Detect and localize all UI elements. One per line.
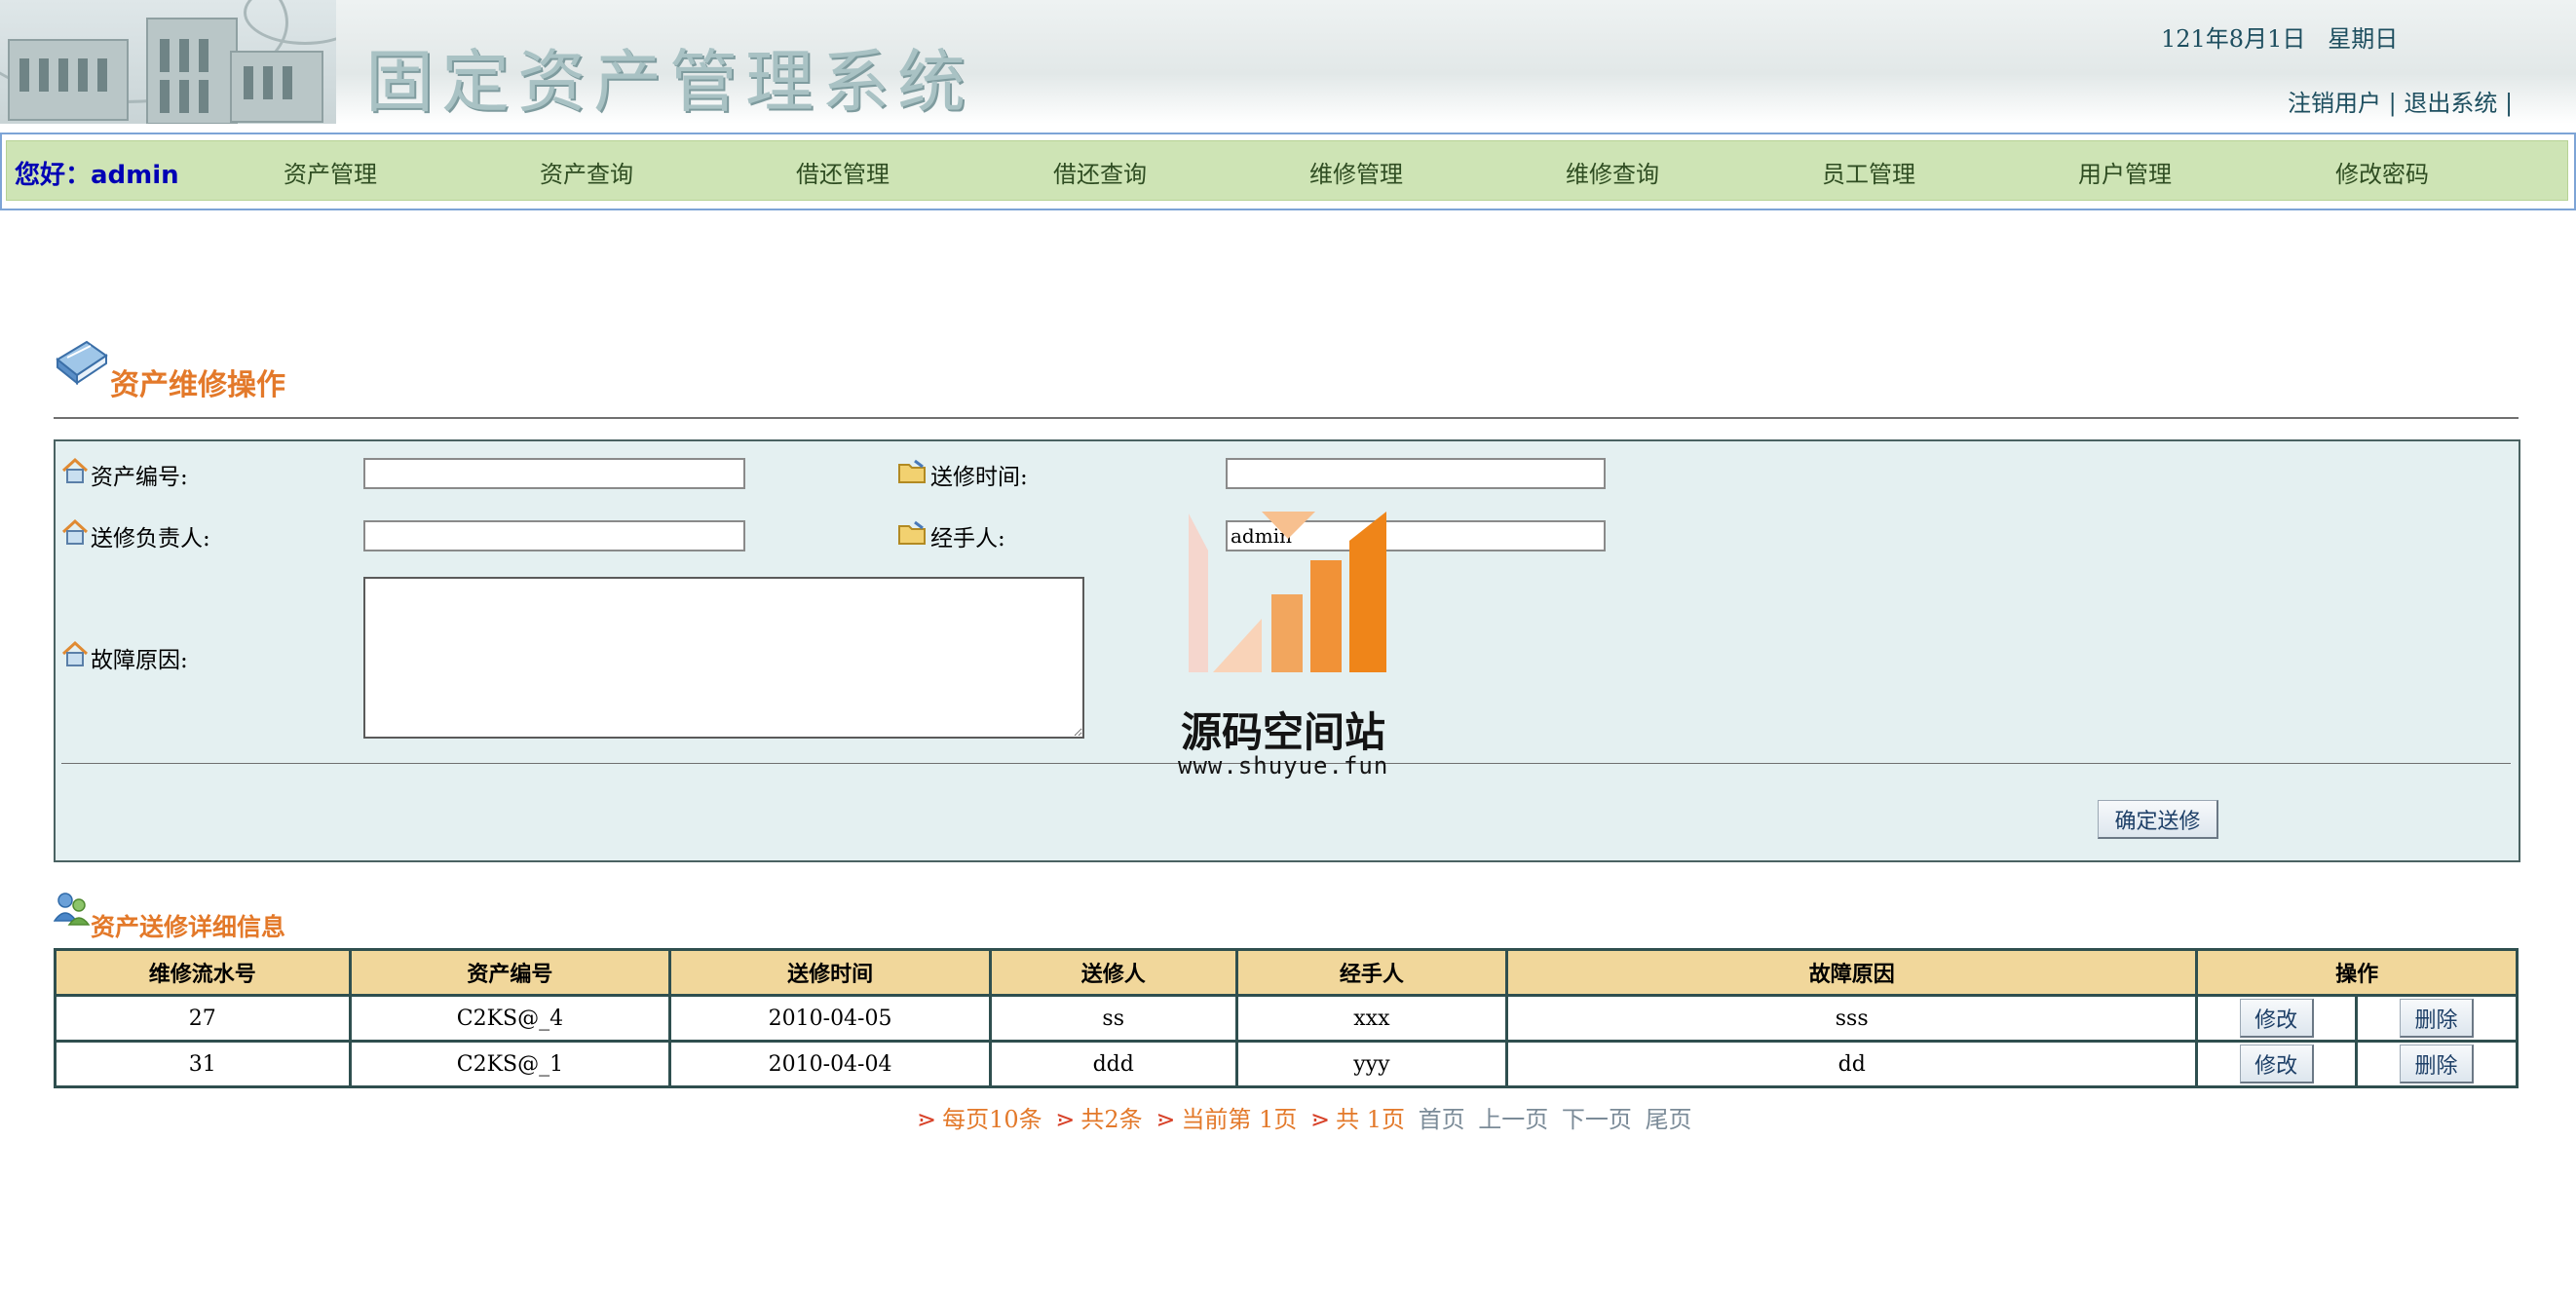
prev-page-link[interactable]: 上一页 <box>1478 1106 1548 1133</box>
house-icon <box>61 457 89 492</box>
last-page-link[interactable]: 尾页 <box>1646 1106 1692 1133</box>
table-row: 31 C2KS@_1 2010-04-04 ddd yyy dd 修改 删除 <box>54 1040 2519 1088</box>
watermark-url: www.shuyue.fun <box>1178 752 1389 779</box>
arrow-icon: ⋗ <box>917 1106 937 1133</box>
col-asset-no: 资产编号 <box>348 948 672 997</box>
repair-detail-title: 资产送修详细信息 <box>91 913 286 941</box>
table-row: 27 C2KS@_4 2010-04-05 ss xxx sss 修改 删除 <box>54 994 2519 1043</box>
cell-fault-reason: sss <box>1505 994 2199 1043</box>
cell-delete: 删除 <box>2355 994 2519 1043</box>
divider <box>54 417 2519 419</box>
send-time-label: 送修时间: <box>897 457 1028 492</box>
next-page-link[interactable]: 下一页 <box>1562 1106 1632 1133</box>
responsible-label: 送修负责人: <box>61 518 210 553</box>
cell-asset-no: C2KS@_1 <box>348 1040 672 1088</box>
exit-system-link[interactable]: 退出系统 <box>2404 90 2497 117</box>
asset-no-label: 资产编号: <box>61 457 188 492</box>
asset-no-input[interactable] <box>363 458 745 489</box>
delete-button[interactable]: 删除 <box>2400 999 2475 1038</box>
link-separator: | <box>2381 90 2405 117</box>
table-header-row: 维修流水号 资产编号 送修时间 送修人 经手人 故障原因 操作 <box>54 948 2519 997</box>
edit-button[interactable]: 修改 <box>2239 1045 2314 1083</box>
total-pages-text: 共 1页 <box>1336 1106 1405 1133</box>
fault-label-text: 故障原因: <box>91 648 188 673</box>
send-time-input[interactable] <box>1226 458 1606 489</box>
cell-send-time: 2010-04-05 <box>668 994 992 1043</box>
send-time-label-text: 送修时间: <box>930 465 1028 490</box>
nav-employee-management[interactable]: 员工管理 <box>1822 155 1915 189</box>
col-send-time: 送修时间 <box>668 948 992 997</box>
nav-repair-management[interactable]: 维修管理 <box>1309 155 1403 189</box>
first-page-link[interactable]: 首页 <box>1419 1106 1465 1133</box>
users-icon <box>53 892 91 927</box>
confirm-repair-button[interactable]: 确定送修 <box>2098 800 2218 839</box>
system-title: 固定资产管理系统 <box>365 42 973 122</box>
arrow-icon: ⋗ <box>1055 1106 1076 1133</box>
cell-fault-reason: dd <box>1505 1040 2199 1088</box>
pagination: ⋗ 每页10条 ⋗ 共2条 ⋗ 当前第 1页 ⋗ 共 1页 首页 上一页 下一页 尾页 <box>911 1100 1692 1134</box>
handler-label: 经手人: <box>897 518 1005 553</box>
current-page-text: 当前第 1页 <box>1181 1106 1298 1133</box>
repair-operation-title: 资产维修操作 <box>110 368 285 402</box>
cell-asset-no: C2KS@_4 <box>348 994 672 1043</box>
header: 固定资产管理系统 121年8月1日 星期日 注销用户 | 退出系统 | <box>0 0 2576 124</box>
house-icon <box>61 518 89 553</box>
arrow-icon: ⋗ <box>1155 1106 1176 1133</box>
book-icon <box>54 336 108 389</box>
cell-delete: 删除 <box>2355 1040 2519 1088</box>
col-fault-reason: 故障原因 <box>1505 948 2199 997</box>
watermark-name: 源码空间站 <box>1181 708 1386 756</box>
cell-handler: xxx <box>1234 994 1509 1043</box>
cell-sender: ddd <box>988 1040 1238 1088</box>
main-nav: 您好：admin 资产管理 资产查询 借还管理 借还查询 维修管理 维修查询 员… <box>0 133 2576 210</box>
cell-send-time: 2010-04-04 <box>668 1040 992 1088</box>
folder-icon <box>897 457 928 492</box>
repair-table: 维修流水号 资产编号 送修时间 送修人 经手人 故障原因 操作 27 C2KS@… <box>54 948 2519 1088</box>
delete-button[interactable]: 删除 <box>2400 1045 2475 1083</box>
edit-button[interactable]: 修改 <box>2239 999 2314 1038</box>
col-repair-no: 维修流水号 <box>54 948 352 997</box>
nav-user-management[interactable]: 用户管理 <box>2078 155 2172 189</box>
nav-asset-query[interactable]: 资产查询 <box>540 155 633 189</box>
arrow-icon: ⋗ <box>1309 1106 1331 1133</box>
handler-label-text: 经手人: <box>930 526 1005 551</box>
folder-icon <box>897 518 928 553</box>
logout-user-link[interactable]: 注销用户 <box>2288 90 2381 117</box>
cell-edit: 修改 <box>2195 994 2359 1043</box>
nav-bar: 您好：admin 资产管理 资产查询 借还管理 借还查询 维修管理 维修查询 员… <box>6 140 2568 201</box>
header-links: 注销用户 | 退出系统 | <box>2288 84 2513 118</box>
cell-handler: yyy <box>1234 1040 1509 1088</box>
responsible-label-text: 送修负责人: <box>91 526 210 551</box>
asset-no-label-text: 资产编号: <box>91 465 188 490</box>
cell-sender: ss <box>988 994 1238 1043</box>
nav-borrow-query[interactable]: 借还查询 <box>1053 155 1147 189</box>
nav-repair-query[interactable]: 维修查询 <box>1566 155 1659 189</box>
nav-asset-management[interactable]: 资产管理 <box>284 155 377 189</box>
house-icon <box>61 640 89 675</box>
col-handler: 经手人 <box>1234 948 1509 997</box>
per-page-text: 每页10条 <box>942 1106 1042 1133</box>
total-count-text: 共2条 <box>1080 1106 1143 1133</box>
cell-repair-no: 27 <box>54 994 352 1043</box>
user-greeting: 您好：admin <box>15 161 179 190</box>
building-logo-image <box>0 0 336 124</box>
current-date: 121年8月1日 星期日 <box>2161 25 2399 53</box>
cell-repair-no: 31 <box>54 1040 352 1088</box>
link-separator: | <box>2497 90 2514 117</box>
col-sender: 送修人 <box>988 948 1238 997</box>
nav-borrow-management[interactable]: 借还管理 <box>796 155 890 189</box>
fault-reason-textarea[interactable] <box>363 577 1084 739</box>
fault-label: 故障原因: <box>61 640 188 675</box>
responsible-input[interactable] <box>363 520 745 551</box>
nav-change-password[interactable]: 修改密码 <box>2335 155 2429 189</box>
col-operation: 操作 <box>2195 948 2519 997</box>
cell-edit: 修改 <box>2195 1040 2359 1088</box>
